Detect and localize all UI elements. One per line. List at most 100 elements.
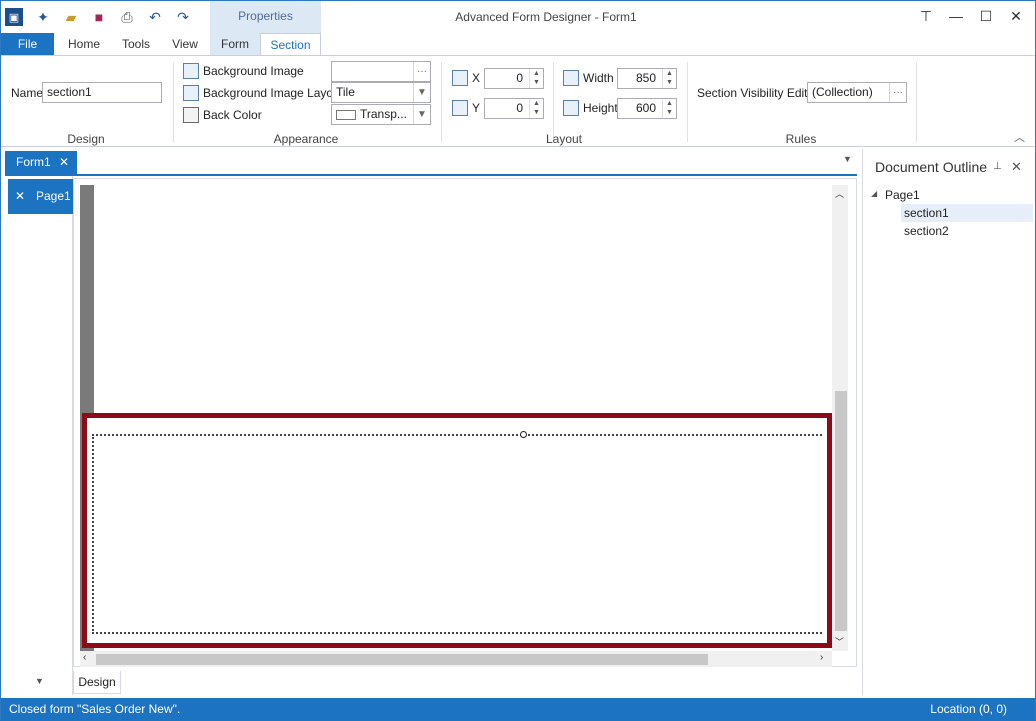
tab-tools[interactable]: Tools xyxy=(115,33,157,55)
app-window: ▣ ✦ ▰ ■ ⎙ ↶ ↷ Properties Advanced Form D… xyxy=(0,0,1036,721)
width-field[interactable]: 850 ▲ ▼ xyxy=(617,68,677,89)
background-image-layout-select[interactable]: Tile ▼ xyxy=(331,82,431,103)
horizontal-scroll-thumb[interactable] xyxy=(96,654,708,665)
name-label: Name xyxy=(11,86,44,100)
separator xyxy=(916,62,917,142)
scroll-right-icon[interactable]: › xyxy=(820,652,823,663)
page-item-page1[interactable]: ✕ Page1 xyxy=(8,179,74,214)
vertical-scrollbar[interactable]: ︿ ﹀ xyxy=(832,185,848,651)
maximize-button[interactable]: ☐ xyxy=(971,3,1001,29)
section-area[interactable] xyxy=(94,185,833,411)
title-bar: ▣ ✦ ▰ ■ ⎙ ↶ ↷ Properties Advanced Form D… xyxy=(1,1,1035,33)
layout-group-label: Layout xyxy=(545,132,583,146)
close-button[interactable]: ✕ xyxy=(1001,3,1031,29)
background-image-layout-value: Tile xyxy=(336,85,355,99)
spin-buttons[interactable]: ▲ ▼ xyxy=(662,69,676,88)
tab-list-dropdown-icon[interactable]: ▼ xyxy=(843,154,852,164)
close-page-icon[interactable]: ✕ xyxy=(15,179,25,214)
width-value: 850 xyxy=(635,71,656,85)
tree-item-section2[interactable]: section2 xyxy=(901,222,949,240)
ribbon-tabs: File Home Tools View Form Section xyxy=(1,33,1035,55)
tree-expand-icon[interactable]: ◢ xyxy=(871,185,877,203)
background-image-field[interactable]: ··· xyxy=(331,61,431,82)
close-panel-icon[interactable]: ✕ xyxy=(1011,159,1022,175)
back-color-select[interactable]: Transp... ▼ xyxy=(331,104,431,125)
back-color-value: Transp... xyxy=(360,107,407,121)
tab-file[interactable]: File xyxy=(1,33,54,55)
scroll-up-icon[interactable]: ︿ xyxy=(835,187,844,200)
y-field[interactable]: 0 ▲ ▼ xyxy=(484,98,544,119)
outline-title: Document Outline xyxy=(875,159,988,175)
redo-icon[interactable]: ↷ xyxy=(173,7,193,27)
background-image-label: Background Image xyxy=(203,64,304,78)
paint-bucket-icon xyxy=(183,107,199,123)
ellipsis-icon[interactable]: ··· xyxy=(413,62,430,81)
height-field[interactable]: 600 ▲ ▼ xyxy=(617,98,677,119)
name-field[interactable]: section1 xyxy=(42,82,162,103)
section-top-edge xyxy=(92,434,822,436)
new-form-icon[interactable]: ✦ xyxy=(33,7,53,27)
app-logo-icon: ▣ xyxy=(5,8,23,26)
close-tab-icon[interactable]: ✕ xyxy=(59,151,69,174)
tree-item-section1[interactable]: section1 xyxy=(901,204,1033,222)
print-icon[interactable]: ⎙ xyxy=(117,7,137,27)
tab-view[interactable]: View xyxy=(165,33,205,55)
spin-buttons[interactable]: ▲ ▼ xyxy=(529,99,543,118)
tab-form[interactable]: Form xyxy=(210,33,260,55)
width-label: Width xyxy=(583,71,614,85)
width-icon xyxy=(563,70,579,86)
scroll-down-icon[interactable]: ▼ xyxy=(35,676,44,686)
open-folder-icon[interactable]: ▰ xyxy=(61,7,81,27)
y-value: 0 xyxy=(516,101,523,115)
ellipsis-icon[interactable]: ··· xyxy=(889,83,906,102)
tree-item-page1[interactable]: Page1 xyxy=(885,186,920,204)
vertical-scroll-thumb[interactable] xyxy=(835,391,847,631)
tab-underline xyxy=(5,174,857,176)
status-message: Closed form "Sales Order New". xyxy=(9,702,181,716)
separator xyxy=(441,62,442,142)
separator xyxy=(173,62,174,142)
scroll-down-icon[interactable]: ﹀ xyxy=(835,635,844,648)
resize-handle[interactable] xyxy=(520,431,527,438)
height-value: 600 xyxy=(635,101,656,115)
x-position-icon xyxy=(452,70,468,86)
section-visibility-editor-value: (Collection) xyxy=(812,85,873,99)
image-layout-icon xyxy=(183,85,199,101)
chevron-down-icon[interactable]: ▼ xyxy=(413,83,430,102)
y-label: Y xyxy=(472,101,481,115)
selected-section[interactable] xyxy=(82,413,832,648)
section-visibility-editor-field[interactable]: (Collection) ··· xyxy=(807,82,907,103)
tab-section[interactable]: Section xyxy=(260,33,321,55)
x-label: X xyxy=(472,71,481,85)
height-icon xyxy=(563,100,579,116)
tab-design[interactable]: Design xyxy=(73,671,121,694)
section-visibility-editor-label: Section Visibility Editor xyxy=(697,86,819,100)
background-image-layout-label: Background Image Layout xyxy=(203,86,344,100)
undo-icon[interactable]: ↶ xyxy=(145,7,165,27)
design-canvas[interactable]: ︿ ﹀ ‹ › xyxy=(73,178,857,667)
rules-group-label: Rules xyxy=(785,132,817,146)
scroll-left-icon[interactable]: ‹ xyxy=(83,652,86,663)
restore-layout-icon[interactable]: ⊤ xyxy=(911,3,941,29)
location-readout: Location (0, 0) xyxy=(930,702,1007,716)
pin-icon[interactable]: ⊥ xyxy=(993,161,1002,172)
collapse-ribbon-icon[interactable]: ︿ xyxy=(1014,129,1025,145)
appearance-group-label: Appearance xyxy=(273,132,339,146)
spin-buttons[interactable]: ▲ ▼ xyxy=(529,69,543,88)
save-icon[interactable]: ■ xyxy=(89,7,109,27)
height-label: Height xyxy=(583,101,618,115)
document-tab-form1[interactable]: Form1 ✕ xyxy=(5,151,77,174)
horizontal-scrollbar[interactable]: ‹ › xyxy=(80,651,832,667)
document-area: Form1 ✕ ▼ ✕ Page1 ▼ ︿ ﹀ ‹ › Design xyxy=(3,149,857,695)
spin-buttons[interactable]: ▲ ▼ xyxy=(662,99,676,118)
minimize-button[interactable]: — xyxy=(941,3,971,29)
y-position-icon xyxy=(452,100,468,116)
separator xyxy=(553,62,554,142)
page-item-label: Page1 xyxy=(36,189,71,203)
context-tab-header: Properties xyxy=(210,1,321,33)
tab-home[interactable]: Home xyxy=(61,33,107,55)
x-value: 0 xyxy=(516,71,523,85)
window-title: Advanced Form Designer - Form1 xyxy=(455,10,637,24)
x-field[interactable]: 0 ▲ ▼ xyxy=(484,68,544,89)
chevron-down-icon[interactable]: ▼ xyxy=(413,105,430,124)
